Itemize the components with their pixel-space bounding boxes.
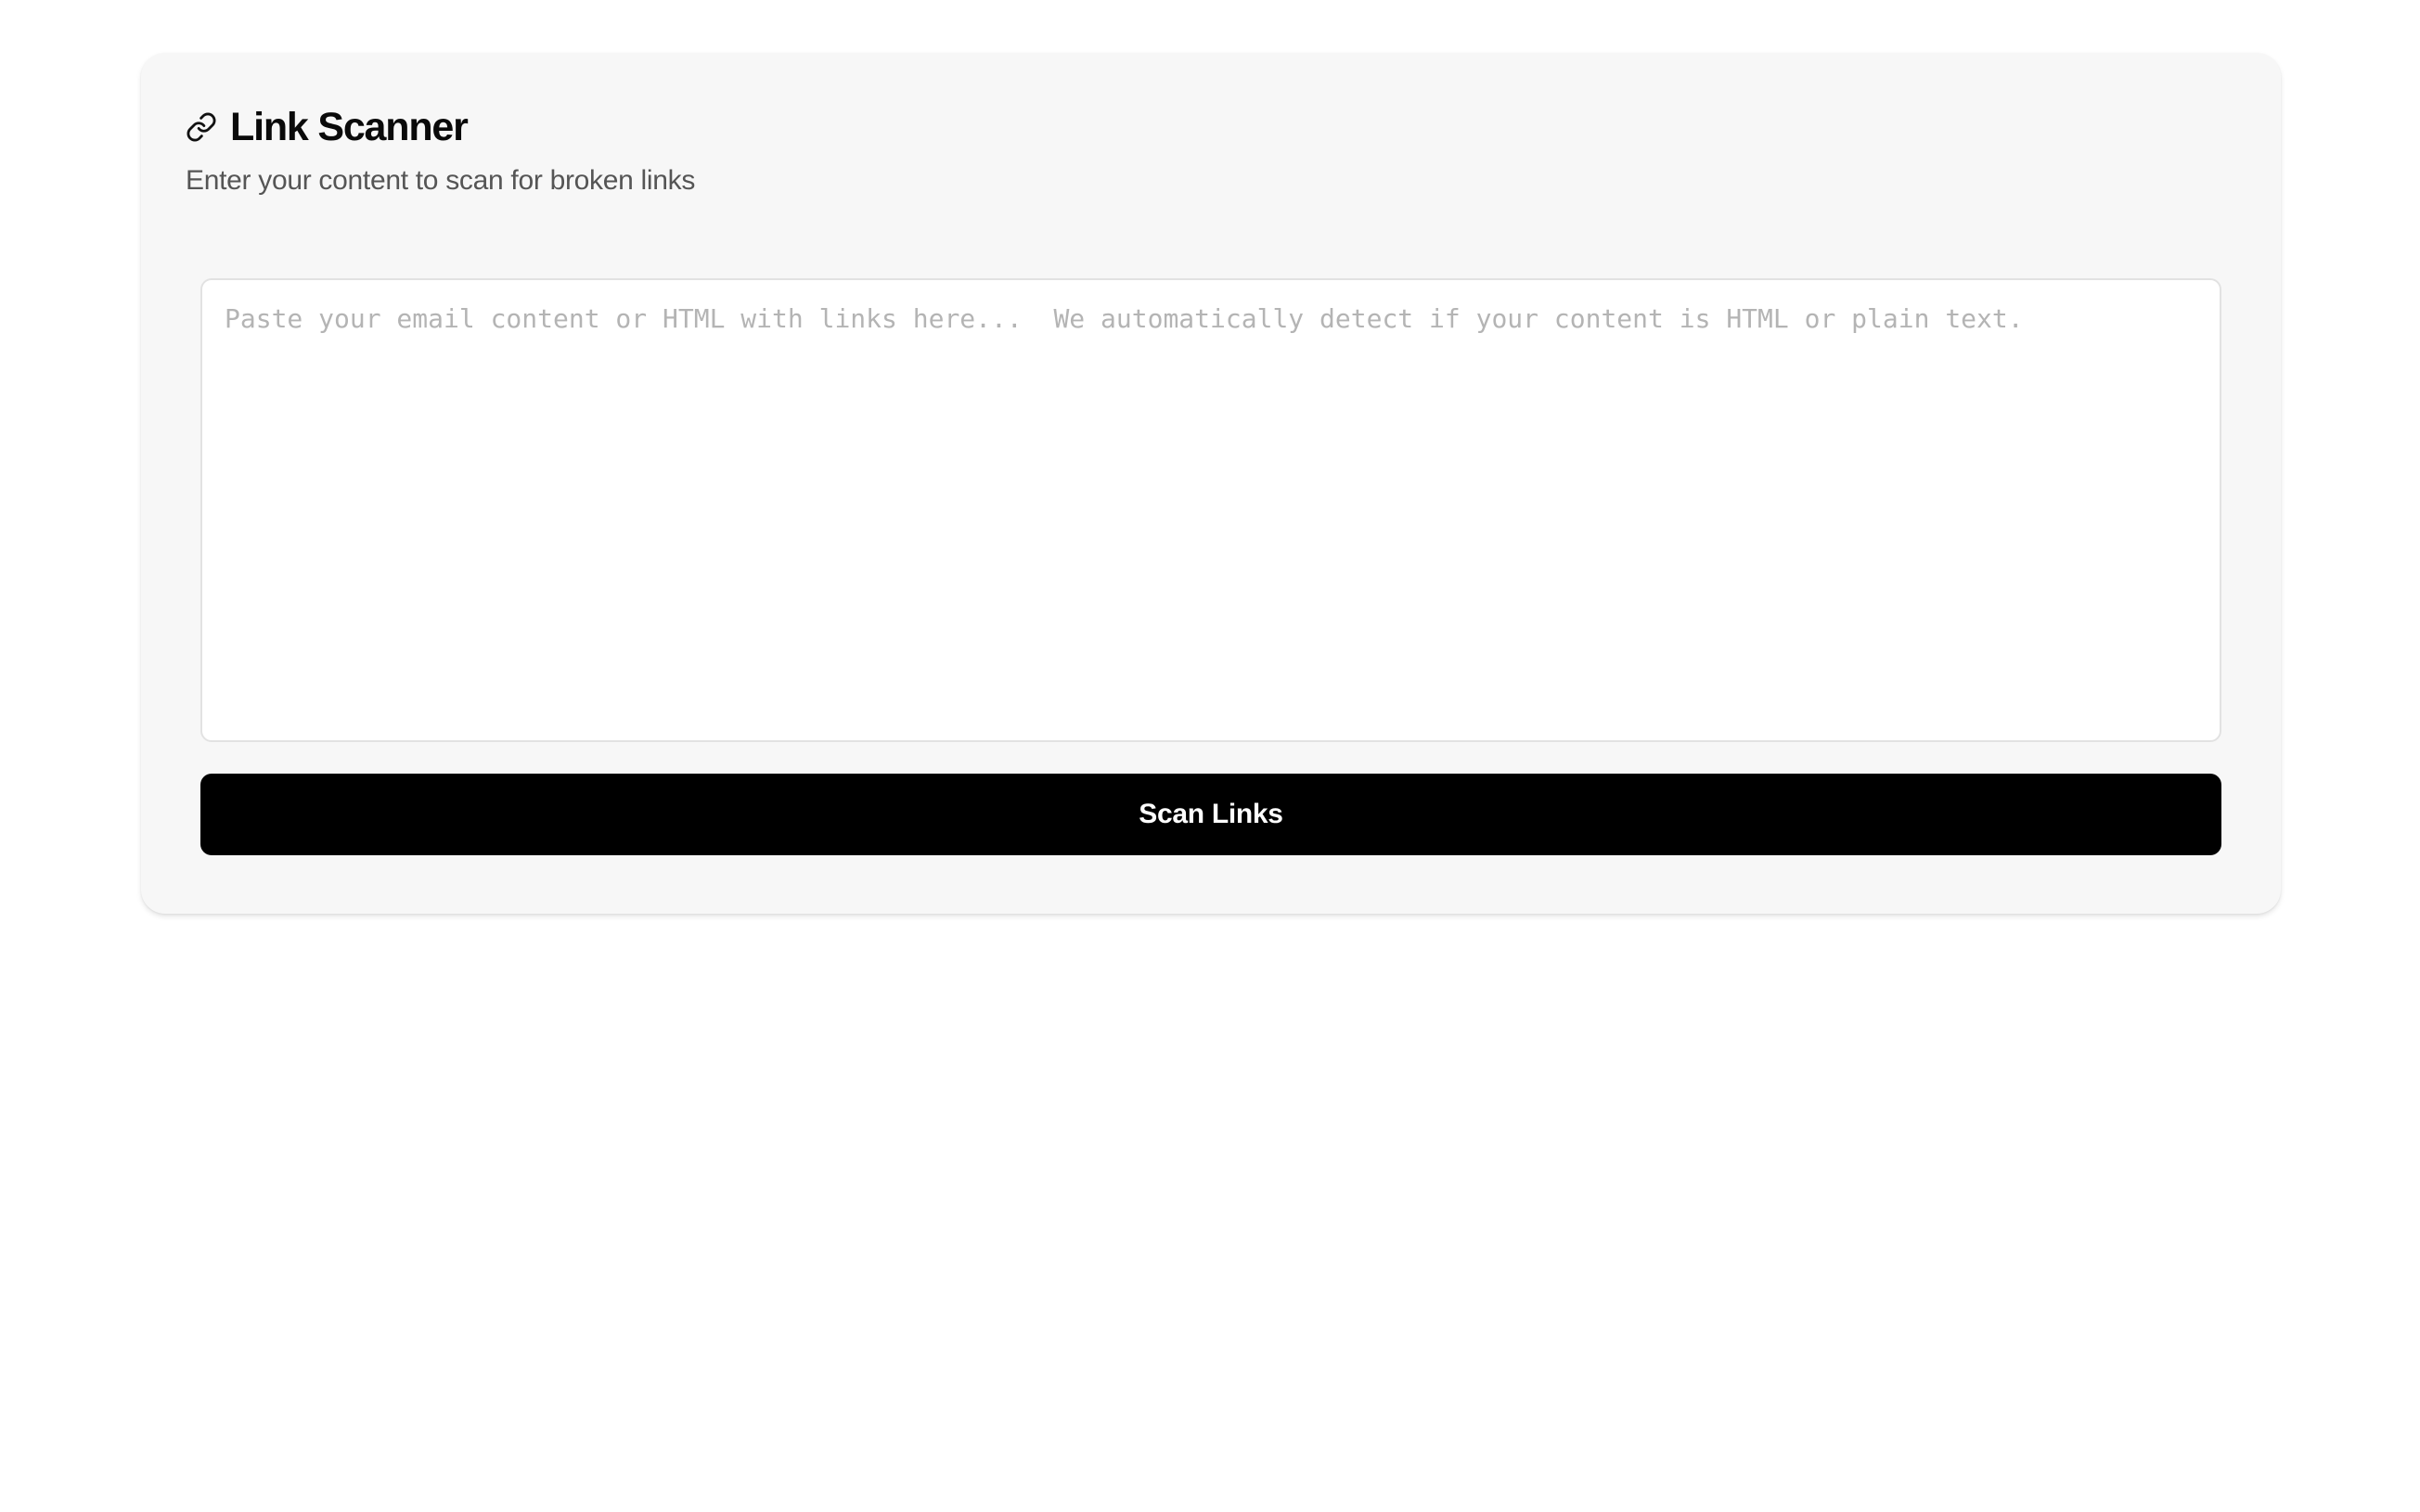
scan-links-button[interactable]: Scan Links [200, 774, 2221, 855]
card-header: Link Scanner Enter your content to scan … [186, 99, 2236, 199]
page-subtitle: Enter your content to scan for broken li… [186, 165, 696, 196]
link-icon [186, 111, 217, 143]
link-scanner-card: Link Scanner Enter your content to scan … [141, 53, 2281, 914]
title-row: Link Scanner [186, 99, 2236, 155]
content-input[interactable] [200, 278, 2221, 742]
page-title: Link Scanner [230, 105, 469, 149]
